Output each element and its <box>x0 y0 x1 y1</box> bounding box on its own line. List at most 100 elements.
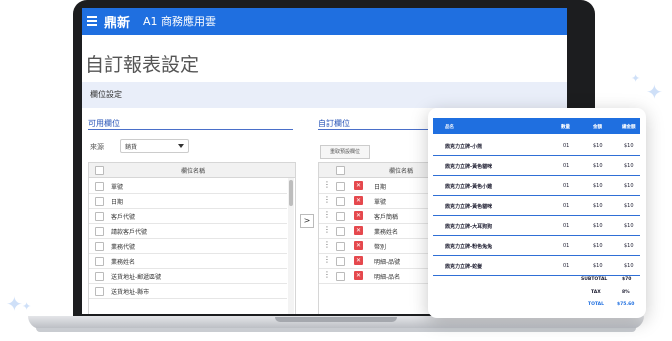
item-price: $10 <box>593 163 603 169</box>
row-checkbox[interactable] <box>95 182 104 191</box>
sparkle-icon: ✦ <box>631 72 641 85</box>
item-total: $10 <box>624 243 634 249</box>
divider <box>88 129 293 130</box>
reset-default-columns-button[interactable]: 重取預設欄位 <box>320 145 370 159</box>
delete-icon[interactable]: ✕ <box>354 241 363 250</box>
column-name: 單號 <box>111 184 124 191</box>
available-column-row[interactable]: 日期 <box>89 193 287 209</box>
total-value: $75.60 <box>617 302 635 307</box>
tax-label: TAX <box>591 290 601 295</box>
page-title: 自訂報表設定 <box>85 54 200 76</box>
drag-handle-icon[interactable]: ⋮ <box>323 225 331 234</box>
item-price: $10 <box>593 223 603 229</box>
available-column-row[interactable]: 請款客戶代號 <box>89 223 287 239</box>
column-header: 欄位名稱 <box>181 168 206 175</box>
item-price: $10 <box>593 243 603 249</box>
invoice-row: 鼎克力立牌-黃色貓咪 01 $10 $10 <box>433 196 640 216</box>
row-checkbox[interactable] <box>336 242 345 251</box>
column-name: 幣別 <box>374 244 387 251</box>
item-total: $10 <box>624 203 634 209</box>
row-checkbox[interactable] <box>95 257 104 266</box>
scrollbar[interactable] <box>288 178 294 314</box>
row-checkbox[interactable] <box>95 287 104 296</box>
available-column-row[interactable]: 業務代號 <box>89 238 287 254</box>
row-checkbox[interactable] <box>336 197 345 206</box>
invoice-header-qty: 數量 <box>561 125 570 130</box>
select-all-checkbox[interactable] <box>336 166 345 175</box>
laptop-foot <box>36 328 636 332</box>
delete-icon[interactable]: ✕ <box>354 226 363 235</box>
column-name: 業務姓名 <box>111 259 136 266</box>
column-name: 業務姓名 <box>374 229 399 236</box>
item-qty: 01 <box>563 163 570 169</box>
invoice-row: 鼎克力立牌-蛇髮 01 $10 $10 <box>433 256 640 276</box>
drag-handle-icon[interactable]: ⋮ <box>323 210 331 219</box>
row-checkbox[interactable] <box>95 197 104 206</box>
delete-icon[interactable]: ✕ <box>354 196 363 205</box>
item-name: 鼎克力立牌-黃色貓咪 <box>445 164 493 170</box>
column-name: 單號 <box>374 199 387 206</box>
invoice-header-name: 品名 <box>445 125 454 130</box>
invoice-card: 品名 數量 金額 總金額 鼎克力立牌-小熊 01 $10 $10 鼎克力立牌-黃色貓咪 0… <box>428 108 646 318</box>
item-name: 鼎克力立牌-大耳狗狗 <box>445 224 493 230</box>
item-price: $10 <box>593 183 603 189</box>
move-right-button[interactable]: > <box>300 214 314 228</box>
column-name: 客戶代號 <box>111 214 136 221</box>
sparkle-icon: ✦ <box>22 300 32 313</box>
laptop-notch <box>275 317 397 322</box>
hamburger-menu-icon[interactable] <box>87 16 97 18</box>
section-title: 欄位設定 <box>90 90 122 99</box>
drag-handle-icon[interactable]: ⋮ <box>323 240 331 249</box>
available-column-row[interactable]: 單號 <box>89 178 287 194</box>
row-checkbox[interactable] <box>336 182 345 191</box>
delete-icon[interactable]: ✕ <box>354 181 363 190</box>
item-total: $10 <box>624 183 634 189</box>
invoice-row: 鼎克力立牌-黃色小雞 01 $10 $10 <box>433 176 640 196</box>
column-header: 欄位名稱 <box>389 168 414 175</box>
item-total: $10 <box>624 163 634 169</box>
column-name: 明細-品號 <box>374 259 401 266</box>
available-column-row[interactable]: 送貨地址-郵遞區號 <box>89 268 287 284</box>
row-checkbox[interactable] <box>336 257 345 266</box>
delete-icon[interactable]: ✕ <box>354 256 363 265</box>
available-columns-title: 可用欄位 <box>88 119 120 128</box>
item-price: $10 <box>593 143 603 149</box>
table-header: 欄位名稱 <box>89 163 295 178</box>
row-checkbox[interactable] <box>336 272 345 281</box>
row-checkbox[interactable] <box>336 212 345 221</box>
column-name: 客戶簡稱 <box>374 214 399 221</box>
sparkle-icon: ✦ <box>646 80 663 104</box>
item-name: 鼎克力立牌-黃色小雞 <box>445 184 493 190</box>
delete-icon[interactable]: ✕ <box>354 211 363 220</box>
item-qty: 01 <box>563 263 570 269</box>
available-column-row[interactable]: 客戶代號 <box>89 208 287 224</box>
scrollbar-thumb[interactable] <box>289 180 293 206</box>
item-qty: 01 <box>563 183 570 189</box>
select-all-checkbox[interactable] <box>95 166 104 175</box>
delete-icon[interactable]: ✕ <box>354 271 363 280</box>
drag-handle-icon[interactable]: ⋮ <box>323 255 331 264</box>
column-name: 日期 <box>374 184 387 191</box>
available-column-row[interactable]: 送貨地址-縣市 <box>89 283 287 299</box>
column-name: 送貨地址-郵遞區號 <box>111 274 162 281</box>
item-qty: 01 <box>563 223 570 229</box>
available-columns-table: 欄位名稱 單號日期客戶代號請款客戶代號 業務代號業務姓名送貨地址-郵遞區號送貨地址… <box>88 162 296 314</box>
available-column-row[interactable]: 業務姓名 <box>89 253 287 269</box>
invoice-row: 鼎克力立牌-大耳狗狗 01 $10 $10 <box>433 216 640 236</box>
brand-logo: 鼎新 <box>104 16 131 31</box>
source-select[interactable]: 銷貨 <box>120 139 189 153</box>
invoice-header-total: 總金額 <box>622 125 636 130</box>
row-checkbox[interactable] <box>95 212 104 221</box>
row-checkbox[interactable] <box>336 227 345 236</box>
row-checkbox[interactable] <box>95 227 104 236</box>
invoice-row: 鼎克力立牌-粉色兔兔 01 $10 $10 <box>433 236 640 256</box>
item-total: $10 <box>624 263 634 269</box>
row-checkbox[interactable] <box>95 272 104 281</box>
drag-handle-icon[interactable]: ⋮ <box>323 180 331 189</box>
row-checkbox[interactable] <box>95 242 104 251</box>
drag-handle-icon[interactable]: ⋮ <box>323 195 331 204</box>
item-qty: 01 <box>563 143 570 149</box>
brand-subtitle: A1 商務應用雲 <box>143 15 217 28</box>
drag-handle-icon[interactable]: ⋮ <box>323 270 331 279</box>
tax-value: 8% <box>622 290 630 295</box>
